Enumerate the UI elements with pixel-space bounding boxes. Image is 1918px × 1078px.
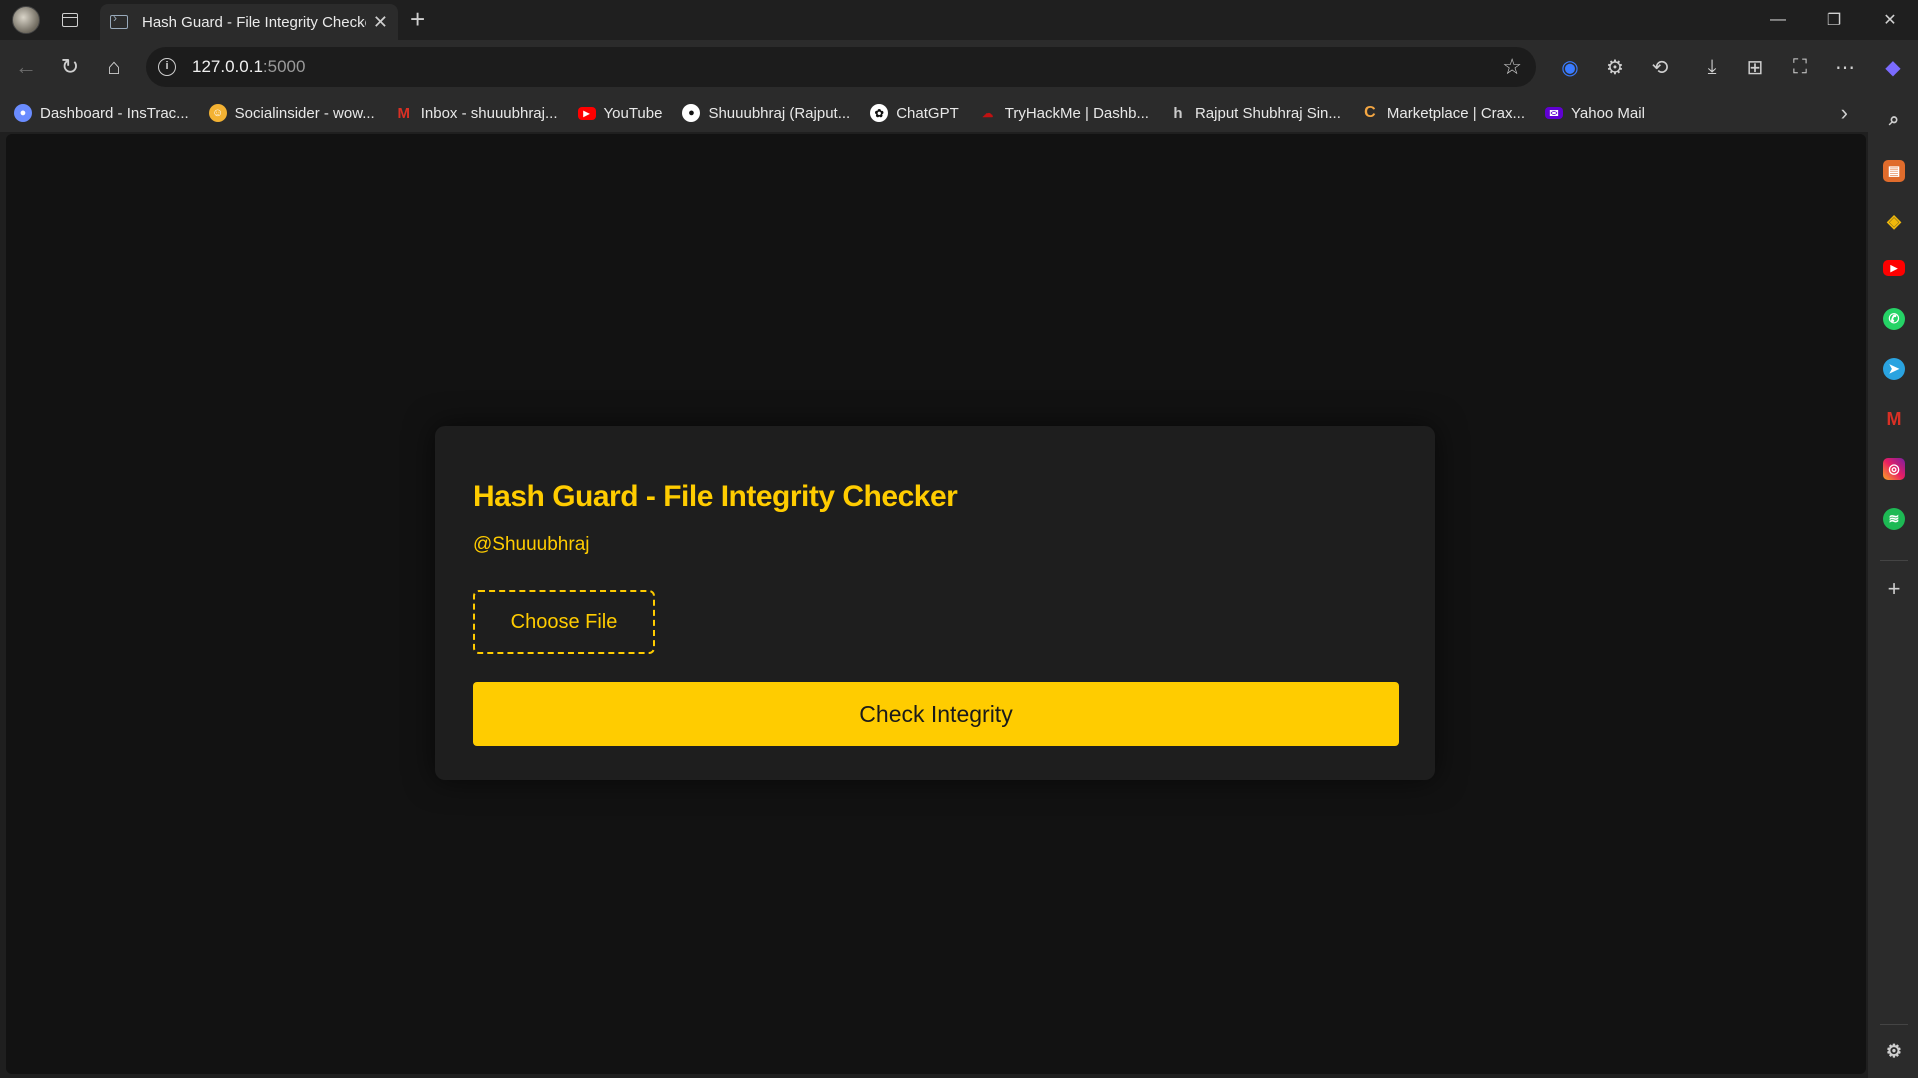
read-aloud-icon[interactable]: ◉ [1550,47,1590,87]
favorite-star-icon[interactable]: ☆ [1502,54,1522,80]
instagram-icon[interactable]: ◎ [1883,458,1905,480]
collections-icon[interactable]: ⊞ [1735,47,1775,87]
youtube-icon: ▶ [577,106,596,120]
checker-card: Hash Guard - File Integrity Checker @Shu… [435,426,1435,780]
profile-avatar[interactable] [12,6,40,34]
toolbox-icon[interactable]: ▤ [1883,160,1905,182]
window-controls: — ❐ ✕ [1750,0,1918,40]
extensions-icon[interactable]: ⚙ [1595,47,1635,87]
chatgpt-icon: ✿ [870,104,889,122]
tryhackme-icon: ☁ [982,107,994,120]
minimize-icon[interactable]: — [1750,0,1806,40]
settings-gear-icon[interactable]: ⚙ [1883,1040,1905,1062]
tab-actions-icon[interactable] [50,0,90,40]
page-title: Hash Guard - File Integrity Checker [473,480,958,513]
gmail-icon[interactable]: M [1883,408,1905,430]
github-icon: ● [682,104,701,122]
socialinsider-icon: ☺ [208,104,227,122]
close-tab-icon[interactable]: ✕ [373,12,388,33]
whatsapp-icon[interactable]: ✆ [1883,308,1905,330]
choose-file-button[interactable]: Choose File [473,590,655,654]
edge-sidebar: ⌕ ▤ ◈ ▶ ✆ ➤ M ◎ ≋ + ⚙ [1868,94,1918,1078]
crax-icon: C [1364,104,1376,121]
navigation-bar: ← ↻ ⌂ i 127.0.0.1:5000 ☆ ◉ ⚙ ⟲ ⤓ ⊞ ⛶ ⋯ ◆ [0,40,1918,94]
spotify-icon[interactable]: ≋ [1883,508,1905,530]
bookmark-item[interactable]: ✉ Yahoo Mail [1545,105,1645,122]
add-icon[interactable]: + [1883,576,1905,601]
url-text[interactable]: 127.0.0.1:5000 [192,57,305,77]
new-tab-icon[interactable]: + [410,4,425,35]
bookmark-item[interactable]: ☁ TryHackMe | Dashb... [979,104,1149,122]
bookmark-item[interactable]: ● Shuuubhraj (Rajput... [682,104,850,122]
chevron-right-icon[interactable]: › [1841,100,1848,126]
gmail-icon: M [397,104,410,122]
copilot-icon[interactable]: ◆ [1873,47,1913,87]
h-icon: h [1173,104,1183,122]
restore-icon[interactable]: ❐ [1806,0,1862,40]
site-info-icon[interactable]: i [158,58,176,76]
bookmarks-bar: ● Dashboard - InsTrac... ☺ Socialinsider -… [0,94,1870,132]
author-handle: @Shuuubhraj [473,534,590,555]
bookmark-item[interactable]: ▶ YouTube [577,105,662,122]
reload-icon[interactable]: ↻ [48,45,92,89]
screenshot-icon[interactable]: ⛶ [1780,47,1820,87]
more-menu-icon[interactable]: ⋯ [1825,47,1865,87]
home-icon[interactable]: ⌂ [92,45,136,89]
bookmark-item[interactable]: ☺ Socialinsider - wow... [208,104,375,122]
instrack-icon: ● [14,104,32,122]
telegram-icon[interactable]: ➤ [1883,358,1905,380]
browser-tab[interactable]: Hash Guard - File Integrity Checker ✕ [100,4,398,40]
check-integrity-button[interactable]: Check Integrity [473,682,1399,746]
bookmark-item[interactable]: h Rajput Shubhraj Sin... [1169,104,1341,122]
bookmark-item[interactable]: ✿ ChatGPT [870,104,959,122]
back-icon[interactable]: ← [4,45,48,89]
page-viewport: Hash Guard - File Integrity Checker @Shu… [6,134,1866,1074]
yahoo-mail-icon: ✉ [1545,107,1563,120]
bookmark-item[interactable]: M Inbox - shuuubhraj... [395,104,557,122]
terminal-favicon-icon [110,11,128,29]
bookmark-item[interactable]: C Marketplace | Crax... [1361,104,1525,122]
tab-title: Hash Guard - File Integrity Checker [142,13,366,31]
title-bar: Hash Guard - File Integrity Checker ✕ + … [0,0,1918,40]
sidebar-divider [1880,1024,1908,1025]
bookmark-item[interactable]: ● Dashboard - InsTrac... [14,104,189,122]
address-bar[interactable]: i 127.0.0.1:5000 ☆ [146,47,1536,87]
sidebar-divider [1880,560,1908,561]
youtube-icon[interactable]: ▶ [1883,260,1905,276]
binance-icon[interactable]: ◈ [1883,210,1905,232]
history-icon[interactable]: ⟲ [1640,47,1680,87]
close-window-icon[interactable]: ✕ [1862,0,1918,40]
search-icon[interactable]: ⌕ [1883,108,1905,130]
downloads-icon[interactable]: ⤓ [1692,47,1732,87]
